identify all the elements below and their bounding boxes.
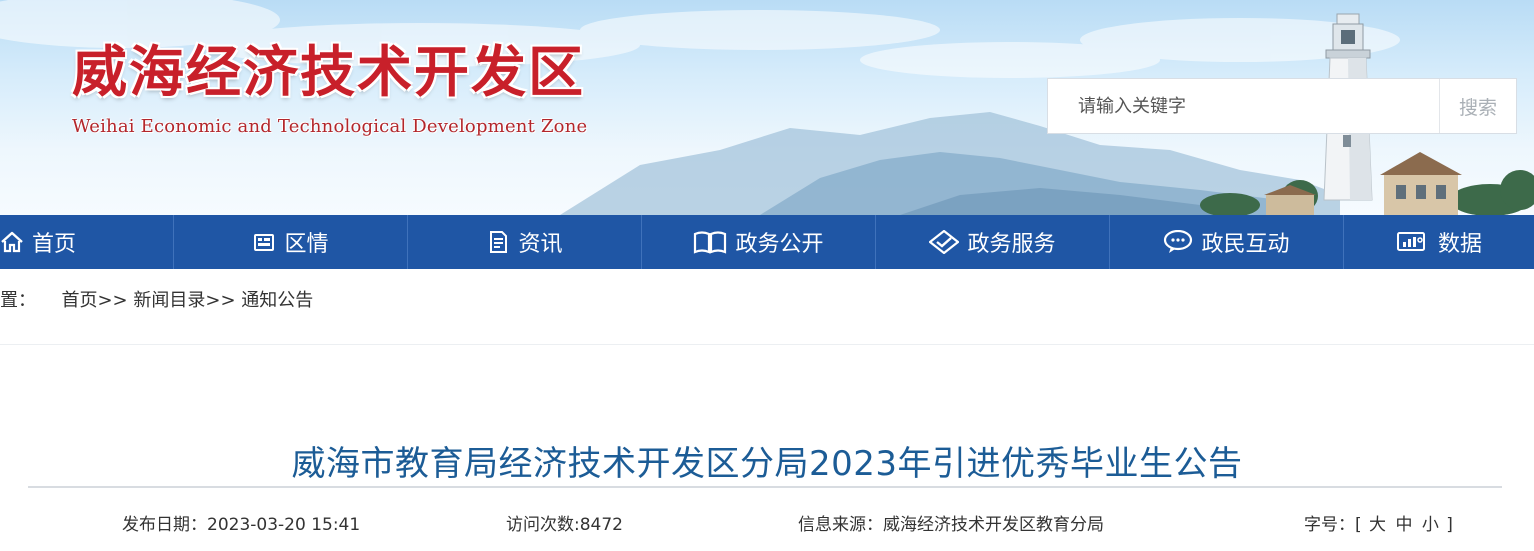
font-size-bracket-open: [: [1355, 515, 1362, 535]
font-size-label: 字号：: [1304, 515, 1355, 535]
divider: [0, 344, 1534, 345]
nav-item-gov-service[interactable]: 政务服务: [876, 215, 1110, 269]
info-source-label: 信息来源：: [798, 515, 883, 535]
font-size-large-button[interactable]: 大: [1369, 515, 1386, 535]
nav-label: 政务服务: [967, 232, 1056, 257]
open-book-icon: [693, 230, 727, 254]
nav-item-news[interactable]: 资讯: [408, 215, 642, 269]
publish-date-label: 发布日期：: [122, 515, 207, 535]
font-size-bracket-close: ]: [1446, 515, 1453, 535]
nav-item-district[interactable]: 区情: [174, 215, 408, 269]
site-subtitle: Weihai Economic and Technological Develo…: [72, 116, 588, 137]
header-banner: 威海经济技术开发区 Weihai Economic and Technologi…: [0, 0, 1534, 215]
nav-item-gov-open[interactable]: 政务公开: [642, 215, 876, 269]
publish-date-value: 2023-03-20 15:41: [207, 515, 361, 535]
search-box: 搜索: [1047, 78, 1517, 134]
nav-label: 政民互动: [1201, 232, 1290, 257]
nav-label: 数据: [1437, 232, 1482, 257]
visit-count-value: 8472: [579, 515, 623, 535]
title-divider: [28, 486, 1502, 488]
breadcrumb-item-home[interactable]: 首页: [61, 290, 97, 311]
breadcrumb-item-notices[interactable]: 通知公告: [241, 290, 313, 311]
main-nav: 首页 区情 资讯 政务公开 政务服务 政民互动 数据: [0, 215, 1534, 269]
breadcrumb-item-news-directory[interactable]: 新闻目录: [133, 290, 205, 311]
chat-bubble-icon: [1163, 230, 1193, 254]
nav-item-data[interactable]: 数据: [1344, 215, 1534, 269]
site-title: 威海经济技术开发区: [72, 39, 586, 104]
breadcrumb-separator: >>: [205, 290, 236, 311]
monitor-chart-icon: [1396, 230, 1426, 254]
nav-label: 区情: [284, 232, 329, 257]
search-button[interactable]: 搜索: [1439, 79, 1516, 133]
nav-item-interaction[interactable]: 政民互动: [1110, 215, 1344, 269]
font-size-small-button[interactable]: 小: [1422, 515, 1439, 535]
font-size-control: 字号：[ 大 中 小 ]: [1304, 510, 1453, 535]
info-source-value: 威海经济技术开发区教育分局: [883, 515, 1104, 535]
nav-item-home[interactable]: 首页: [0, 215, 174, 269]
nav-label: 政务公开: [735, 232, 824, 257]
breadcrumb-prefix: 置：: [0, 290, 36, 311]
search-input[interactable]: [1048, 79, 1439, 133]
visit-count-label: 访问次数:: [506, 515, 580, 535]
service-diamond-icon: [929, 230, 960, 254]
article-title: 威海市教育局经济技术开发区分局2023年引进优秀毕业生公告: [291, 444, 1243, 484]
home-icon: [0, 230, 24, 254]
publish-date: 发布日期：2023-03-20 15:41: [122, 510, 360, 535]
breadcrumb-separator: >>: [97, 290, 128, 311]
document-icon: [486, 230, 510, 254]
font-size-medium-button[interactable]: 中: [1395, 515, 1412, 535]
nav-label: 资讯: [518, 232, 563, 257]
nav-label: 首页: [32, 232, 77, 257]
info-source: 信息来源：威海经济技术开发区教育分局: [798, 510, 1104, 535]
building-icon: [252, 230, 276, 254]
breadcrumb: 置： 首页>> 新闻目录>> 通知公告: [0, 286, 313, 312]
visit-count: 访问次数:8472: [506, 510, 623, 535]
